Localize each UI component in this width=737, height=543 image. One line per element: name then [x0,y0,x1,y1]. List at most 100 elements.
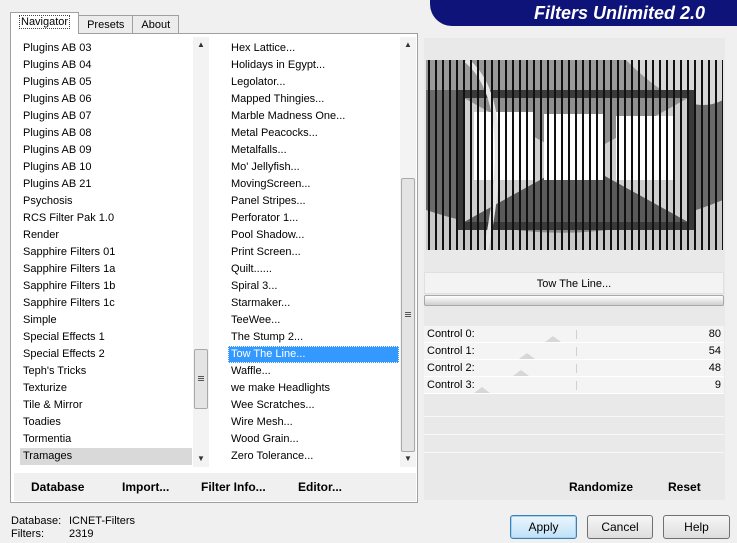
category-item[interactable]: Tramages [20,448,192,465]
category-item[interactable]: Plugins AB 08 [20,125,192,142]
category-items: Plugins AB 03 Plugins AB 04 Plugins AB 05 P… [20,40,192,468]
filter-item[interactable]: Quilt...... [228,261,399,278]
filter-item[interactable]: Legolator... [228,74,399,91]
category-item[interactable]: Special Effects 1 [20,329,192,346]
category-item[interactable]: RCS Filter Pak 1.0 [20,210,192,227]
reset-button[interactable]: Reset [668,480,701,494]
divider [424,452,724,453]
category-item[interactable]: Sapphire Filters 1b [20,278,192,295]
slider-tick [576,381,577,390]
slider-marker-icon[interactable] [518,353,535,359]
control-3-slider[interactable]: Control 3: 9 [424,377,724,394]
category-item[interactable]: Plugins AB 06 [20,91,192,108]
category-list[interactable]: Plugins AB 03 Plugins AB 04 Plugins AB 05 P… [14,36,210,468]
editor-button[interactable]: Editor... [298,480,342,494]
scroll-down-arrow-icon[interactable]: ▼ [400,451,416,467]
scroll-down-arrow-icon[interactable]: ▼ [193,451,209,467]
randomize-button[interactable]: Randomize [569,480,633,494]
category-item[interactable]: Plugins AB 10 [20,159,192,176]
slider-tick [576,330,577,339]
filter-item[interactable]: we make Headlights [228,380,399,397]
slider-marker-icon[interactable] [474,387,491,393]
tab-navigator-label: Navigator [19,15,71,29]
filter-info-button[interactable]: Filter Info... [201,480,266,494]
filter-item[interactable]: Mo' Jellyfish... [228,159,399,176]
filters-count-label: Filters: [11,528,44,540]
slider-marker-icon[interactable] [544,336,561,342]
category-item[interactable]: Psychosis [20,193,192,210]
stripe [575,60,577,250]
filter-item[interactable]: Holidays in Egypt... [228,57,399,74]
filter-item[interactable]: Wood Grain... [228,431,399,448]
filter-item[interactable]: Metal Peacocks... [228,125,399,142]
filter-item[interactable]: Print Screen... [228,244,399,261]
filter-item[interactable]: Marble Madness One... [228,108,399,125]
tab-navigator[interactable]: Navigator [10,12,80,34]
scroll-up-arrow-icon[interactable]: ▲ [193,37,209,53]
control-0-slider[interactable]: Control 0: 80 [424,326,724,343]
stripe [456,60,458,250]
stripe [512,60,514,250]
filter-item[interactable]: Hex Lattice... [228,40,399,57]
category-item[interactable]: Sapphire Filters 1a [20,261,192,278]
scroll-up-arrow-icon[interactable]: ▲ [400,37,416,53]
tab-presets[interactable]: Presets [78,15,134,34]
stripe [526,60,528,250]
stripe [540,60,542,250]
stripe [624,60,626,250]
filter-scrollbar[interactable]: ▲ ▼ [400,37,416,467]
filter-scroll-thumb[interactable] [401,178,415,452]
filter-list[interactable]: Hex Lattice... Holidays in Egypt... Legola… [222,36,417,468]
filter-item[interactable]: Waffle... [228,363,399,380]
filter-item[interactable]: TeeWee... [228,312,399,329]
control-2-slider[interactable]: Control 2: 48 [424,360,724,377]
category-scroll-thumb[interactable] [194,349,208,409]
stripe [610,60,612,250]
category-item[interactable]: Special Effects 2 [20,346,192,363]
category-item[interactable]: Simple [20,312,192,329]
control-1-slider[interactable]: Control 1: 54 [424,343,724,360]
filter-item[interactable]: The Stump 2... [228,329,399,346]
category-item[interactable]: Sapphire Filters 01 [20,244,192,261]
slider-marker-icon[interactable] [513,370,530,376]
category-item[interactable]: Sapphire Filters 1c [20,295,192,312]
category-item[interactable]: Tile & Mirror [20,397,192,414]
control-label: Control 0: [427,328,475,340]
category-scrollbar[interactable]: ▲ ▼ [193,37,209,467]
category-item[interactable]: T... [20,465,192,468]
tab-about[interactable]: About [132,15,180,34]
category-item[interactable]: Plugins AB 09 [20,142,192,159]
filter-item[interactable]: Wee Scratches... [228,397,399,414]
filter-item[interactable]: Perforator 1... [228,210,399,227]
category-item[interactable]: Teph's Tricks [20,363,192,380]
category-item[interactable]: Plugins AB 04 [20,57,192,74]
cancel-button[interactable]: Cancel [587,515,653,539]
category-item[interactable]: Toadies [20,414,192,431]
stripe [680,60,682,250]
stripe [519,60,521,250]
category-item[interactable]: Plugins AB 05 [20,74,192,91]
category-item[interactable]: Plugins AB 21 [20,176,192,193]
filter-item[interactable]: Starmaker... [228,295,399,312]
filter-item[interactable]: Metalfalls... [228,142,399,159]
import-button[interactable]: Import... [122,480,169,494]
help-button[interactable]: Help [663,515,730,539]
filter-item[interactable]: Wire Mesh... [228,414,399,431]
filter-item[interactable]: Pool Shadow... [228,227,399,244]
category-item[interactable]: Plugins AB 03 [20,40,192,57]
stripe [708,60,710,250]
filter-item[interactable]: Panel Stripes... [228,193,399,210]
stripe [673,60,675,250]
filter-item[interactable]: Zero Tolerance... [228,448,399,465]
filter-item[interactable]: Mapped Thingies... [228,91,399,108]
apply-button[interactable]: Apply [510,515,577,539]
category-item[interactable]: Tormentia [20,431,192,448]
category-item[interactable]: Texturize [20,380,192,397]
filter-item[interactable]: Tow The Line... [228,346,399,363]
category-item[interactable]: Plugins AB 07 [20,108,192,125]
database-button[interactable]: Database [31,480,84,494]
filter-item[interactable]: Spiral 3... [228,278,399,295]
stripe [533,60,535,250]
category-item[interactable]: Render [20,227,192,244]
filter-item[interactable]: MovingScreen... [228,176,399,193]
